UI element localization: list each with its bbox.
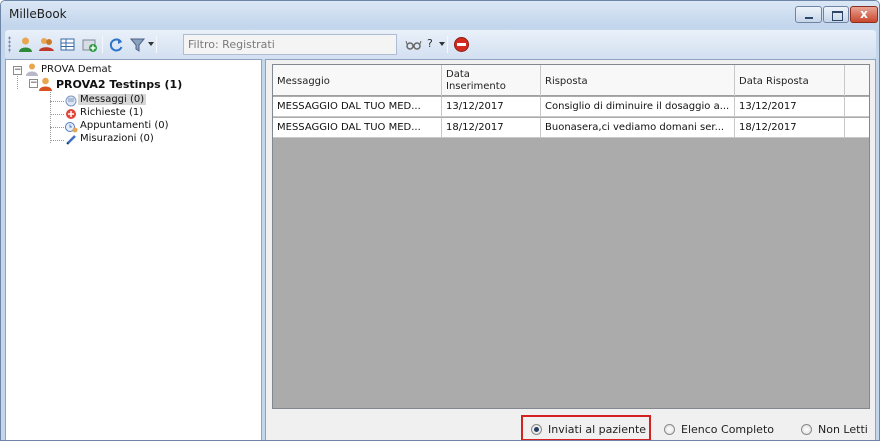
column-header-spacer <box>845 65 869 96</box>
millebook-window: MilleBook x Filtro: Registrati ? − PROVA… <box>0 0 880 441</box>
filter-field[interactable]: Filtro: Registrati <box>183 34 397 55</box>
stop-icon[interactable] <box>453 36 470 53</box>
column-header-data-inserimento[interactable]: Data Inserimento <box>442 65 541 96</box>
column-header-messaggio[interactable]: Messaggio <box>273 65 442 96</box>
window-title: MilleBook <box>9 7 67 21</box>
users-icon[interactable] <box>38 36 55 53</box>
minimize-icon <box>796 7 821 22</box>
cell-data-inserimento: 18/12/2017 <box>442 118 541 138</box>
toolbar-separator <box>447 36 448 53</box>
toolbar-separator <box>102 36 103 53</box>
collapse-icon[interactable]: − <box>29 79 38 88</box>
radio-inviati-al-paziente[interactable]: Inviati al paziente <box>531 423 649 436</box>
view-filter-bar: Inviati al paziente Elenco Completo Non … <box>266 414 875 440</box>
glasses-icon[interactable] <box>405 36 422 53</box>
measurement-icon <box>66 135 76 145</box>
toolbar-grip[interactable] <box>8 36 11 53</box>
grid-icon[interactable] <box>59 36 76 53</box>
maximize-icon <box>824 7 848 22</box>
filter-dropdown-arrow[interactable] <box>148 42 154 46</box>
table-row[interactable]: MESSAGGIO DAL TUO MED... 13/12/2017 Cons… <box>273 97 869 117</box>
user-icon[interactable] <box>17 36 34 53</box>
title-bar[interactable]: MilleBook x <box>1 1 879 27</box>
appointment-icon <box>65 122 78 133</box>
column-header-data-risposta[interactable]: Data Risposta <box>735 65 845 96</box>
message-icon <box>65 95 77 107</box>
cell-messaggio: MESSAGGIO DAL TUO MED... <box>273 97 442 117</box>
column-header-line: Data <box>446 69 470 80</box>
radio-unselected-icon <box>664 424 675 435</box>
request-icon <box>66 109 76 119</box>
toolbar: Filtro: Registrati ? <box>5 30 876 59</box>
radio-selected-icon <box>531 424 542 435</box>
cell-messaggio: MESSAGGIO DAL TUO MED... <box>273 118 442 138</box>
refresh-icon[interactable] <box>108 36 125 53</box>
table-row[interactable]: MESSAGGIO DAL TUO MED... 18/12/2017 Buon… <box>273 118 869 138</box>
collapse-icon[interactable]: − <box>13 66 22 75</box>
close-icon: x <box>860 7 868 21</box>
help-icon[interactable]: ? <box>427 37 433 50</box>
cell-data-inserimento: 13/12/2017 <box>442 97 541 117</box>
cell-risposta: Consiglio di diminuire il dosaggio a... <box>541 97 735 117</box>
cell-data-risposta: 13/12/2017 <box>735 97 845 117</box>
column-header-risposta[interactable]: Risposta <box>541 65 735 96</box>
maximize-button[interactable] <box>823 6 849 23</box>
add-record-icon[interactable] <box>81 36 98 53</box>
cell-risposta: Buonasera,ci vediamo domani ser... <box>541 118 735 138</box>
help-dropdown-arrow[interactable] <box>439 42 445 46</box>
grid-header: Messaggio Data Inserimento Risposta Data… <box>273 65 869 96</box>
messages-grid: Messaggio Data Inserimento Risposta Data… <box>272 64 870 409</box>
column-header-line: Inserimento <box>446 81 506 92</box>
patient-icon <box>39 77 52 91</box>
radio-non-letti[interactable]: Non Letti <box>801 423 871 436</box>
radio-elenco-completo[interactable]: Elenco Completo <box>664 423 774 436</box>
doctor-icon <box>26 63 38 76</box>
messages-panel: Messaggio Data Inserimento Risposta Data… <box>265 59 876 440</box>
filter-icon[interactable] <box>129 36 146 53</box>
close-button[interactable]: x <box>850 6 878 23</box>
minimize-button[interactable] <box>795 6 822 23</box>
toolbar-separator <box>156 36 157 53</box>
radio-unselected-icon <box>801 424 812 435</box>
cell-data-risposta: 18/12/2017 <box>735 118 845 138</box>
patient-tree: − PROVA Demat − PROVA2 Testinps (1) Mess… <box>5 59 262 440</box>
